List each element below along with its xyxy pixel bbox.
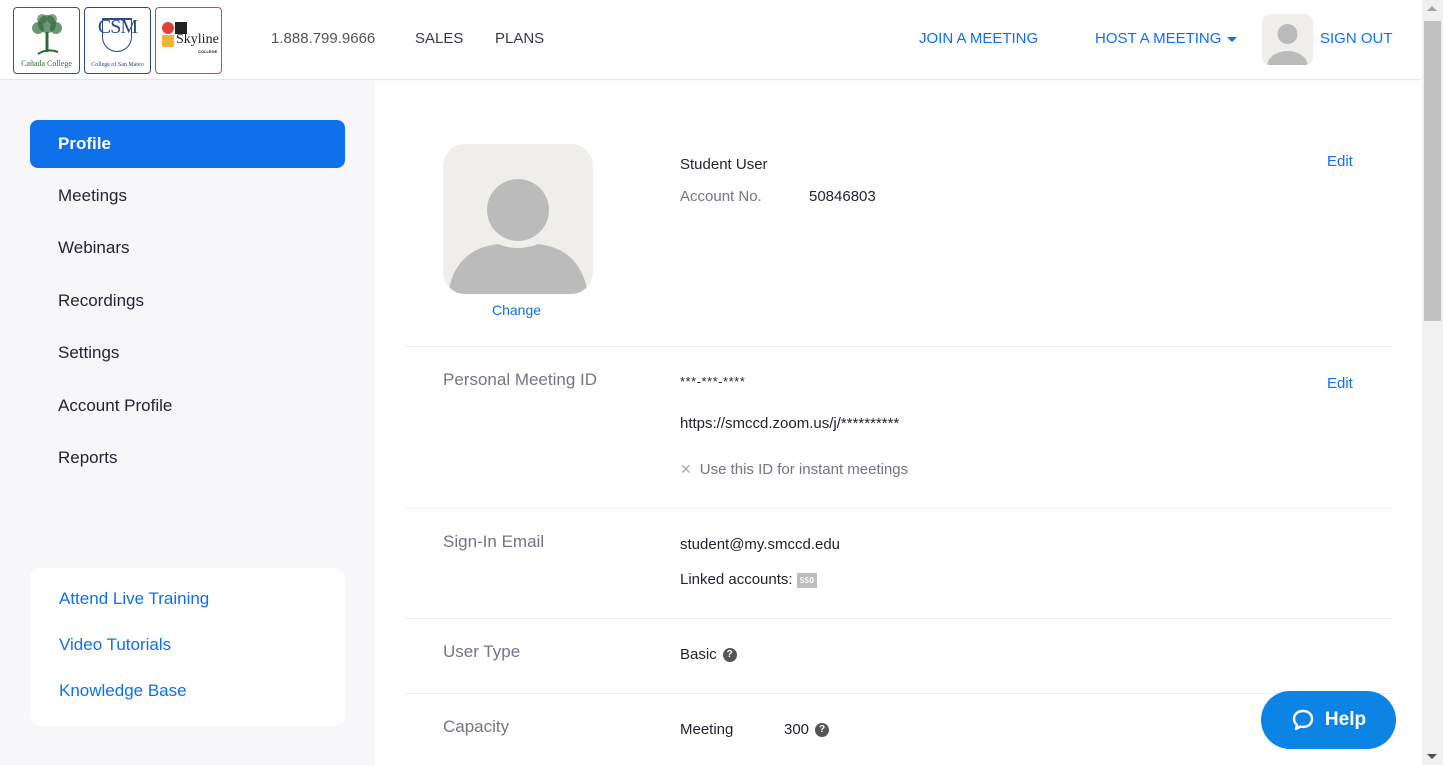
instant-meeting-label: Use this ID for instant meetings [699, 461, 909, 478]
capacity-label: Capacity [443, 717, 510, 736]
canada-college-caption: Cañada College [21, 59, 72, 68]
sign-out-link[interactable]: SIGN OUT [1320, 30, 1393, 47]
sign-in-email-label: Sign-In Email [443, 532, 545, 551]
divider [405, 346, 1392, 347]
divider [405, 508, 1392, 509]
close-icon: ✕ [680, 461, 692, 477]
help-question-icon[interactable]: ? [815, 723, 830, 738]
account-number-label: Account No. [680, 188, 762, 205]
chat-bubble-icon [1292, 709, 1314, 731]
host-meeting-label: HOST A MEETING [1095, 30, 1222, 47]
divider [405, 693, 1392, 694]
instant-meeting-option[interactable]: ✕ Use this ID for instant meetings [680, 461, 908, 478]
resources-panel: Attend Live Training Video Tutorials Kno… [30, 568, 345, 726]
scroll-down-arrow-icon[interactable] [1427, 754, 1437, 759]
header-avatar[interactable] [1262, 14, 1313, 65]
divider [405, 618, 1392, 619]
sidebar-item-meetings[interactable]: Meetings [30, 172, 345, 220]
skyline-logo[interactable]: Skyline COLLEGE [155, 7, 222, 74]
user-type: Basic? [680, 646, 737, 663]
capacity-meeting-value: 300 [784, 721, 810, 738]
linked-accounts: Linked accounts: SSO [680, 571, 818, 588]
user-silhouette-icon [448, 179, 588, 294]
edit-pmi-link[interactable]: Edit [1327, 375, 1353, 392]
sign-in-email-value: student@my.smccd.edu [680, 536, 841, 553]
user-type-value: Basic [680, 646, 717, 663]
video-tutorials-link[interactable]: Video Tutorials [59, 635, 171, 655]
sun-icon [162, 22, 174, 34]
skyline-name: Skyline [176, 32, 219, 47]
help-button[interactable]: Help [1261, 691, 1396, 749]
pmi-url: https://smccd.zoom.us/j/********** [680, 415, 900, 432]
sidebar-item-account-profile[interactable]: Account Profile [30, 382, 345, 430]
csm-mark: CSM [97, 16, 138, 38]
profile-picture[interactable] [443, 144, 593, 294]
linked-accounts-label: Linked accounts: [680, 571, 793, 588]
caret-down-icon [1227, 36, 1238, 42]
profile-main: Change Student User Account No. 50846803… [375, 81, 1422, 765]
user-name: Student User [680, 156, 768, 173]
sidebar-item-reports[interactable]: Reports [30, 434, 345, 482]
host-meeting-dropdown[interactable]: HOST A MEETING [1095, 30, 1238, 47]
sidebar: Profile Meetings Webinars Recordings Set… [0, 81, 375, 765]
sidebar-item-recordings[interactable]: Recordings [30, 277, 345, 325]
csm-logo[interactable]: CSM College of San Mateo [84, 7, 151, 74]
capacity-meeting-label: Meeting [680, 721, 734, 738]
change-picture-link[interactable]: Change [492, 302, 541, 318]
sidebar-item-settings[interactable]: Settings [30, 329, 345, 377]
user-type-label: User Type [443, 642, 521, 661]
sidebar-item-webinars[interactable]: Webinars [30, 224, 345, 272]
account-number-value: 50846803 [809, 188, 876, 205]
skyline-yellow-square-icon [162, 35, 174, 47]
join-meeting-link[interactable]: JOIN A MEETING [919, 30, 1038, 47]
attend-live-training-link[interactable]: Attend Live Training [59, 589, 209, 609]
help-question-icon[interactable]: ? [722, 648, 737, 663]
scrollbar-thumb[interactable] [1424, 21, 1441, 321]
csm-caption: College of San Mateo [91, 62, 144, 68]
tree-icon [32, 14, 62, 55]
edit-name-link[interactable]: Edit [1327, 153, 1353, 170]
plans-link[interactable]: PLANS [495, 30, 544, 47]
capacity-meeting: 300? [784, 721, 830, 738]
help-label: Help [1324, 709, 1367, 730]
pmi-value: ***-***-**** [680, 374, 746, 389]
top-header: Cañada College CSM College of San Mateo … [0, 0, 1422, 80]
vertical-scrollbar[interactable] [1422, 0, 1443, 765]
college-logos: Cañada College CSM College of San Mateo … [13, 7, 222, 74]
scroll-up-arrow-icon[interactable] [1427, 6, 1437, 11]
pmi-label: Personal Meeting ID [443, 370, 598, 389]
skyline-sub: COLLEGE [198, 49, 218, 54]
canada-college-logo[interactable]: Cañada College [13, 7, 80, 74]
sales-link[interactable]: SALES [415, 30, 463, 47]
sso-icon: SSO [796, 572, 818, 588]
sidebar-item-profile[interactable]: Profile [30, 120, 345, 168]
phone-number: 1.888.799.9666 [271, 30, 376, 47]
knowledge-base-link[interactable]: Knowledge Base [59, 681, 187, 701]
user-silhouette-icon [1267, 24, 1308, 65]
